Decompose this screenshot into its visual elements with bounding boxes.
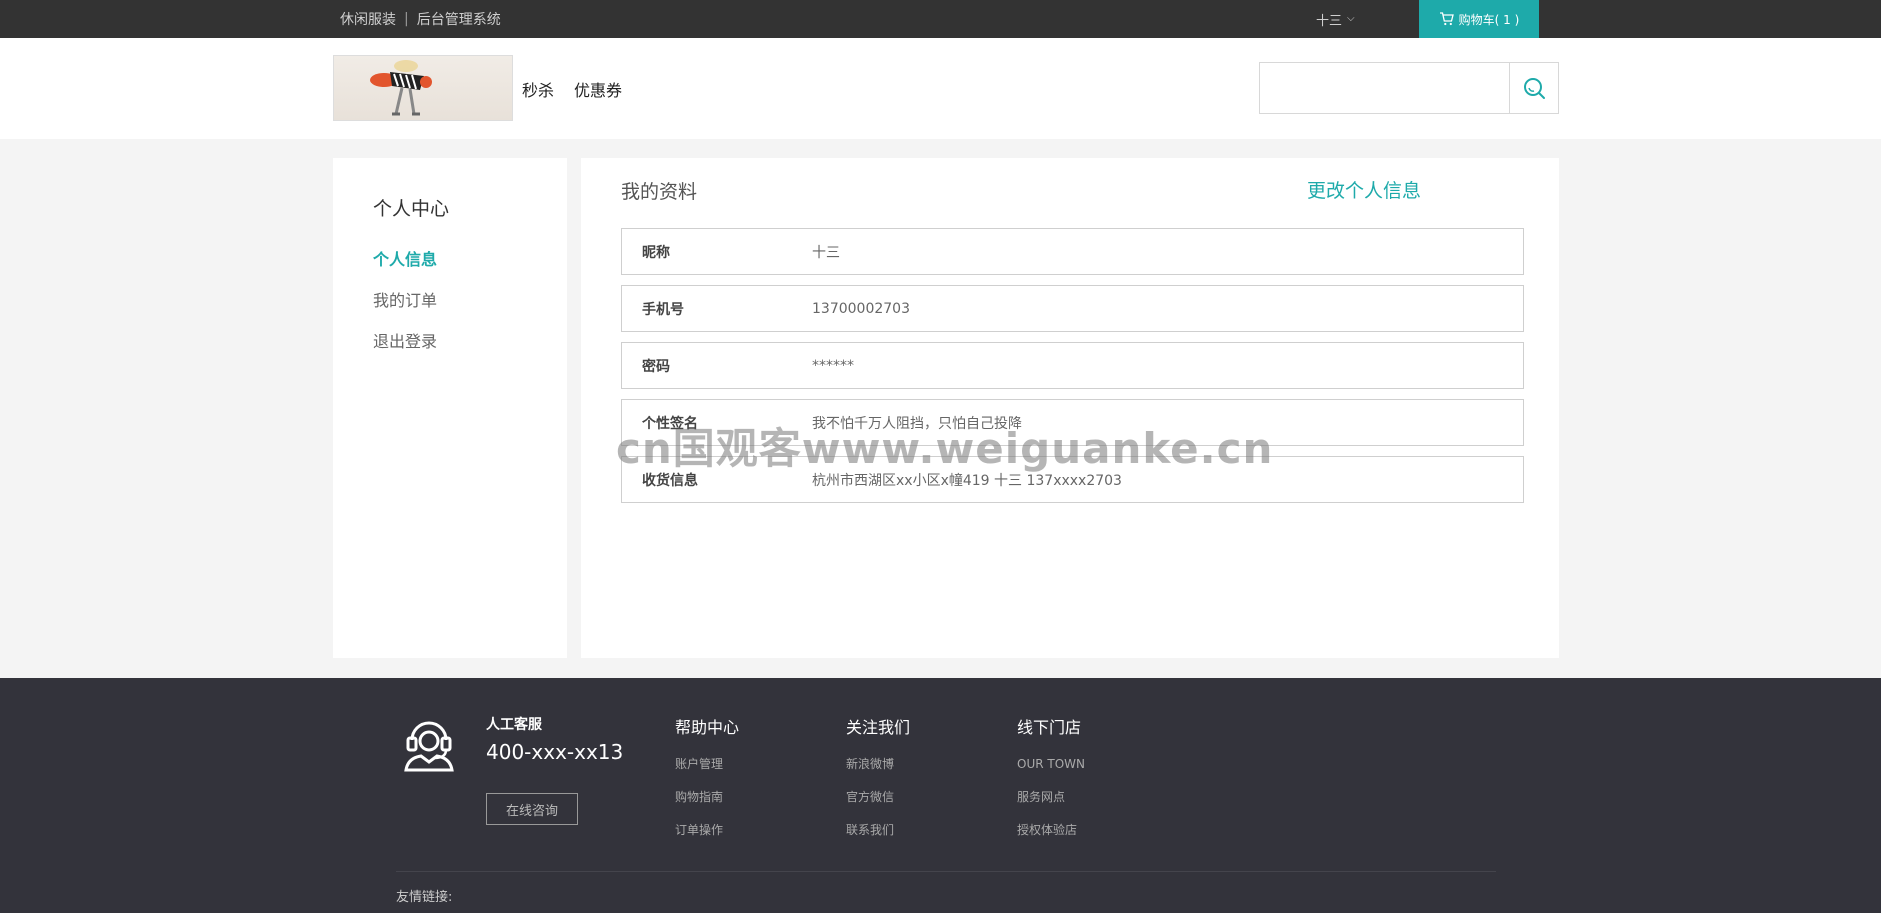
footer-col-title: 关注我们	[846, 718, 911, 737]
row-value: 杭州市西湖区xx小区x幢419 十三 137xxxx2703	[812, 472, 1122, 489]
profile-row-shipping: 收货信息 杭州市西湖区xx小区x幢419 十三 137xxxx2703	[621, 456, 1524, 503]
footer-divider	[396, 871, 1496, 872]
cart-icon	[1439, 12, 1454, 26]
customer-service-title: 人工客服	[486, 717, 542, 733]
site-logo[interactable]	[333, 55, 513, 121]
edit-profile-link[interactable]: 更改个人信息	[1307, 176, 1421, 203]
headset-icon	[404, 721, 454, 772]
sidebar-item-orders[interactable]: 我的订单	[373, 287, 437, 311]
top-bar-brand: 休闲服装 | 后台管理系统	[340, 0, 501, 38]
search-button[interactable]	[1509, 62, 1559, 114]
footer-link[interactable]: 联系我们	[846, 820, 910, 853]
footer-link[interactable]: OUR TOWN	[1017, 754, 1085, 787]
username: 十三	[1316, 13, 1343, 29]
nav-coupons[interactable]: 优惠券	[574, 77, 622, 101]
profile-row-signature: 个性签名 我不怕千万人阻挡，只怕自己投降	[621, 399, 1524, 446]
row-value: 我不怕千万人阻挡，只怕自己投降	[812, 415, 1022, 432]
brand-name[interactable]: 休闲服装	[340, 9, 396, 29]
search-icon	[1524, 78, 1545, 99]
search-input[interactable]	[1259, 62, 1509, 114]
profile-row-phone: 手机号 13700002703	[621, 285, 1524, 332]
row-value: 13700002703	[812, 300, 910, 317]
nav-flash-sale[interactable]: 秒杀	[522, 77, 554, 101]
footer-col-stores: 线下门店 OUR TOWN 服务网点 授权体验店	[1017, 714, 1085, 853]
row-value: 十三	[812, 244, 840, 261]
footer-link[interactable]: 授权体验店	[1017, 820, 1085, 853]
brand-separator: |	[404, 11, 409, 27]
row-label: 昵称	[642, 244, 670, 261]
footer-col-title: 线下门店	[1017, 718, 1082, 737]
sidebar-item-logout[interactable]: 退出登录	[373, 328, 437, 352]
footer-link[interactable]: 订单操作	[675, 820, 739, 853]
row-label: 个性签名	[642, 415, 698, 432]
footer-link[interactable]: 服务网点	[1017, 787, 1085, 820]
cart-button[interactable]: 购物车( 1 )	[1419, 0, 1539, 38]
sidebar-title: 个人中心	[373, 198, 450, 220]
profile-row-nickname: 昵称 十三	[621, 228, 1524, 275]
logo-illustration	[370, 60, 432, 116]
footer-col-follow: 关注我们 新浪微博 官方微信 联系我们	[846, 714, 910, 853]
customer-service-phone: 400-xxx-xx13	[486, 740, 624, 764]
header: 秒杀 优惠券	[0, 38, 1881, 139]
row-label: 手机号	[642, 301, 684, 318]
user-menu[interactable]: 十三 ⌵	[1316, 0, 1355, 38]
profile-panel: 我的资料 更改个人信息 昵称 十三 手机号 13700002703 密码 ***…	[581, 158, 1559, 658]
search-bar	[1259, 62, 1559, 114]
friend-links-label: 友情链接:	[396, 890, 453, 905]
profile-heading: 我的资料	[621, 181, 698, 203]
sidebar-item-profile[interactable]: 个人信息	[373, 246, 437, 270]
footer: 人工客服 400-xxx-xx13 在线咨询 帮助中心 账户管理 购物指南 订单…	[0, 678, 1881, 913]
admin-system-link[interactable]: 后台管理系统	[417, 9, 501, 29]
top-bar: 休闲服装 | 后台管理系统 十三 ⌵ 购物车( 1 )	[0, 0, 1881, 38]
footer-col-help: 帮助中心 账户管理 购物指南 订单操作	[675, 714, 739, 853]
profile-row-password: 密码 ******	[621, 342, 1524, 389]
footer-link[interactable]: 新浪微博	[846, 754, 910, 787]
row-value: ******	[812, 357, 854, 374]
footer-link[interactable]: 购物指南	[675, 787, 739, 820]
chevron-down-icon: ⌵	[1347, 12, 1355, 24]
cart-label: 购物车( 1 )	[1458, 12, 1520, 27]
footer-link[interactable]: 账户管理	[675, 754, 739, 787]
main-nav: 秒杀 优惠券	[522, 38, 642, 139]
row-label: 密码	[642, 358, 670, 375]
online-consult-button[interactable]: 在线咨询	[486, 793, 578, 825]
row-label: 收货信息	[642, 472, 698, 489]
footer-link[interactable]: 官方微信	[846, 787, 910, 820]
footer-col-title: 帮助中心	[675, 718, 740, 737]
account-sidebar: 个人中心 个人信息 我的订单 退出登录	[333, 158, 567, 658]
